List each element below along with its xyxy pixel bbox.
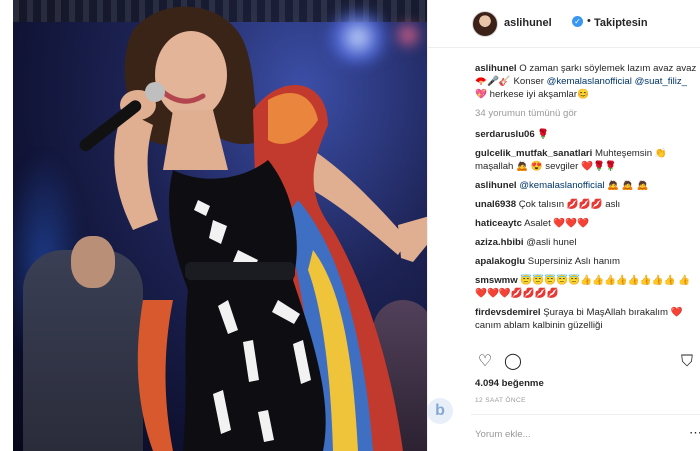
view-all-comments-link[interactable]: 34 yorumun tümünü gör (475, 107, 697, 120)
caption-mention[interactable]: @suat_filiz_ (635, 76, 687, 87)
comment-item: firdevsdemirel Şuraya bi MaşAllah bıraka… (475, 306, 697, 332)
comment-item: apalakoglu Supersiniz Aslı hanım (475, 255, 697, 268)
comment-bar: ⋯ (471, 414, 700, 451)
more-icon[interactable]: ⋯ (689, 425, 700, 441)
comment-mention[interactable]: @kemalaslanofficial (519, 180, 604, 191)
verified-icon: ✓ (572, 16, 583, 27)
caption-text: Konser (513, 76, 544, 87)
comment-item: unal6938 Çok talısın 💋💋💋 aslı (475, 198, 697, 211)
comment-text: Çok talısın 💋💋💋 aslı (518, 199, 621, 210)
comment-username[interactable]: unal6938 (475, 199, 516, 210)
header-username[interactable]: aslihunel (504, 17, 552, 29)
post-header: aslihunel ✓ • Takiptesin (428, 0, 700, 48)
caption-username[interactable]: aslihunel (475, 63, 517, 74)
comment-input[interactable] (475, 425, 665, 443)
avatar[interactable] (472, 11, 498, 37)
bookmark-icon[interactable]: ⛉ (677, 352, 697, 372)
singer-figure (79, 6, 427, 451)
comment-username[interactable]: serdaruslu06 (475, 129, 535, 140)
like-count[interactable]: 4.094 beğenme (475, 378, 544, 389)
caption-text: O zaman şarkı söylemek lazım avaz avaz (519, 63, 697, 74)
comment-item: aslihunel @kemalaslanofficial 🙇 🙇 🙇 (475, 179, 697, 192)
comment-text: Supersiniz Aslı hanım (527, 256, 621, 267)
comment-item: aziza.hbibi @asli hunel (475, 236, 697, 249)
comment-username[interactable]: smswmw (475, 275, 518, 286)
separator-dot: • (587, 15, 591, 27)
caption-emoji: 😊 (577, 89, 590, 100)
post-photo[interactable] (13, 0, 427, 451)
post-actions: ♡ ◯ ⛉ (475, 352, 697, 372)
comment-text: 🙇 🙇 🙇 (607, 180, 649, 191)
post-timestamp: 12 SAAT ÖNCE (475, 397, 526, 404)
heart-icon[interactable]: ♡ (475, 352, 495, 372)
comments-list: aslihunel O zaman şarkı söylemek lazım a… (475, 62, 697, 338)
comment-item: gulcelik_mutfak_sanatlari Muhteşemsin 👏 … (475, 147, 697, 173)
comment-username[interactable]: aziza.hbibi (475, 237, 524, 248)
caption-emoji: 💖 (475, 89, 487, 100)
comment-item: smswmw 😇😇😇😇😇👍👍👍👍👍👍👍👍 👍❤️❤️❤️💋💋💋💋 (475, 274, 697, 300)
comment-text: 🌹 (537, 129, 550, 140)
comment-username[interactable]: gulcelik_mutfak_sanatlari (475, 148, 592, 159)
comment-item: haticeaytc Asalet ❤️❤️❤️ (475, 217, 697, 230)
comment-item: serdaruslu06 🌹 (475, 128, 697, 141)
comment-text: @asli hunel (526, 237, 577, 248)
caption-text: herkese iyi akşamlar (489, 89, 578, 100)
comment-text: Asalet ❤️❤️❤️ (524, 218, 590, 229)
post-sidebar: aslihunel ✓ • Takiptesin aslihunel O zam… (427, 0, 700, 451)
caption: aslihunel O zaman şarkı söylemek lazım a… (475, 62, 697, 101)
following-button[interactable]: Takiptesin (594, 17, 648, 29)
comment-username[interactable]: haticeaytc (475, 218, 522, 229)
caption-mention[interactable]: @kemalaslanofficial (547, 76, 632, 87)
comment-username[interactable]: aslihunel (475, 180, 517, 191)
comment-username[interactable]: firdevsdemirel (475, 307, 541, 318)
caption-emoji: 🪭🎤🎸 (475, 76, 511, 87)
comment-icon[interactable]: ◯ (503, 352, 523, 372)
comment-username[interactable]: apalakoglu (475, 256, 525, 267)
